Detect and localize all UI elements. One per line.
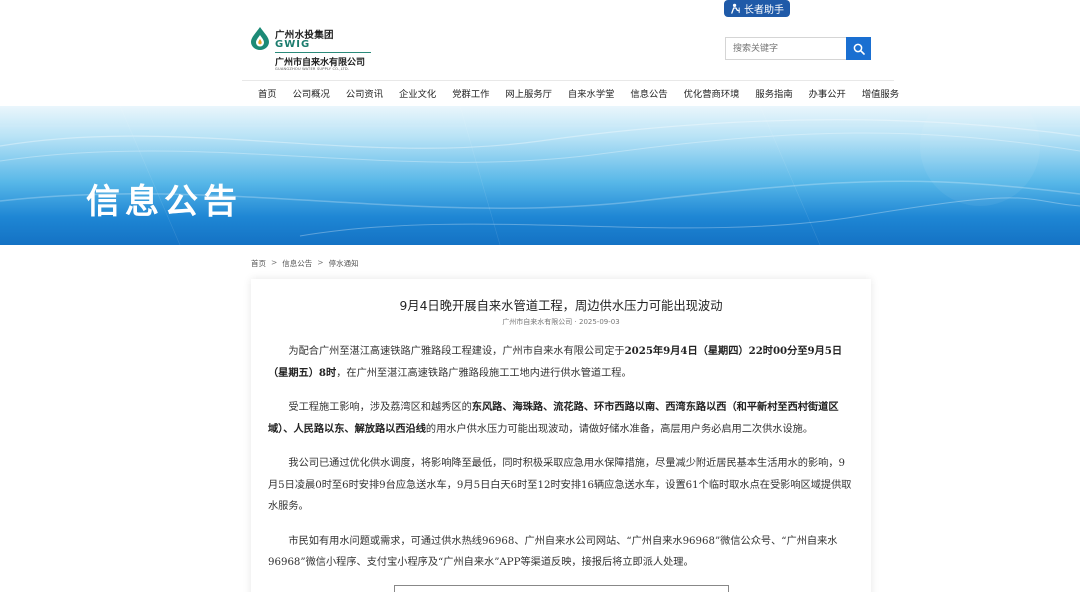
search-box (725, 37, 871, 60)
article-body: 为配合广州至湛江高速铁路广雅路段工程建设，广州市自来水有限公司定于2025年9月… (268, 341, 854, 587)
breadcrumb-announcements[interactable]: 信息公告 (282, 258, 312, 269)
search-input[interactable] (725, 37, 846, 60)
article-paragraph: 市民如有用水问题或需求，可通过供水热线96968、广州自来水公司网站、“广州自来… (268, 535, 838, 569)
logo-company-en: GUANGZHOU WATER SUPPLY CO.,LTD. (275, 67, 350, 71)
elder-assistant-label: 长者助手 (744, 5, 784, 16)
breadcrumb-separator: > (271, 258, 278, 267)
nav-item-value-added[interactable]: 增值服务 (846, 86, 899, 100)
logo-group-abbr: GWIG (275, 39, 311, 50)
search-button[interactable] (846, 37, 871, 60)
breadcrumb-separator: > (317, 258, 324, 267)
elder-person-icon (731, 3, 740, 14)
article-paragraph: 我公司已通过优化供水调度，将影响降至最低，同时积极采取应急用水保障措施，尽量减少… (268, 458, 852, 512)
company-logo[interactable]: 广州水投集团 GWIG 广州市自来水有限公司 GUANGZHOU WATER S… (250, 24, 374, 72)
nav-item-company-news[interactable]: 公司资讯 (330, 86, 383, 100)
nav-item-online-service[interactable]: 网上服务厅 (489, 86, 552, 100)
nav-item-company-overview[interactable]: 公司概况 (277, 86, 330, 100)
nav-item-business-env[interactable]: 优化营商环境 (668, 86, 740, 100)
article-title: 9月4日晚开展自来水管道工程，周边供水压力可能出现波动 (399, 299, 723, 313)
water-drop-logo-icon (251, 27, 269, 50)
breadcrumb-current: 停水通知 (328, 259, 359, 268)
banner-title: 信息公告 (86, 182, 242, 222)
logo-divider (275, 52, 371, 53)
article-card: 9月4日晚开展自来水管道工程，周边供水压力可能出现波动 广州市自来水有限公司 ·… (251, 279, 871, 592)
article-paragraph: 为配合广州至湛江高速铁路广雅路段工程建设，广州市自来水有限公司定于2025年9月… (268, 345, 843, 379)
nav-item-culture[interactable]: 企业文化 (383, 86, 436, 100)
main-nav: 首页 公司概况 公司资讯 企业文化 党群工作 网上服务厅 自来水学堂 信息公告 … (242, 80, 899, 105)
nav-item-disclosure[interactable]: 办事公开 (793, 86, 846, 100)
nav-item-announcements[interactable]: 信息公告 (614, 86, 667, 100)
nav-item-party-work[interactable]: 党群工作 (436, 86, 489, 100)
search-icon (853, 43, 865, 55)
breadcrumb-home[interactable]: 首页 (251, 258, 266, 269)
breadcrumb: 首页 > 信息公告 > 停水通知 (251, 258, 359, 269)
nav-item-service-guide[interactable]: 服务指南 (739, 86, 792, 100)
elder-assistant-button[interactable]: 长者助手 (724, 0, 790, 17)
nav-item-water-school[interactable]: 自来水学堂 (552, 86, 615, 100)
page-banner: 信息公告 (0, 106, 1080, 245)
article-image-frame (394, 585, 729, 592)
article-meta: 广州市自来水有限公司 · 2025-09-03 (502, 318, 620, 326)
nav-item-home[interactable]: 首页 (242, 86, 277, 100)
article-paragraph: 受工程施工影响，涉及荔湾区和越秀区的东风路、海珠路、流花路、环市西路以南、西湾东… (268, 401, 839, 435)
